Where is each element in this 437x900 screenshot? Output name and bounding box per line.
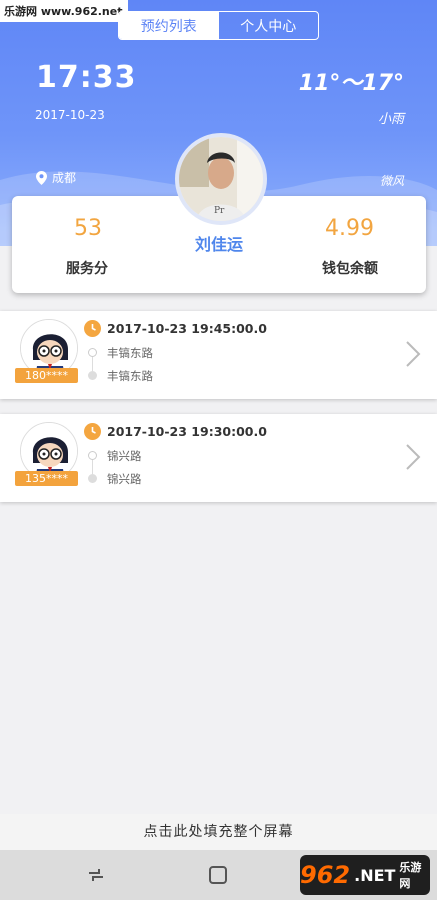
order-datetime: 2017-10-23 19:45:00.0 xyxy=(107,321,267,336)
end-address: 锦兴路 xyxy=(107,472,142,486)
logo-net: .NET xyxy=(354,865,396,885)
location-pin-icon xyxy=(36,170,47,185)
service-score-label: 服务分 xyxy=(66,261,108,277)
clock-time: 17:33 xyxy=(36,60,137,95)
temperature-range: 11°～17° xyxy=(298,71,404,96)
profile-avatar[interactable]: Pr xyxy=(175,133,267,225)
clock-icon xyxy=(84,423,101,440)
recent-apps-icon[interactable] xyxy=(87,866,105,884)
start-point-icon xyxy=(88,451,97,460)
user-photo-icon: Pr xyxy=(179,137,263,221)
current-date: 2017-10-23 xyxy=(35,108,105,122)
fill-screen-button[interactable]: 点击此处填充整个屏幕 xyxy=(0,814,437,850)
start-point-icon xyxy=(88,348,97,357)
end-point-icon xyxy=(88,371,97,380)
wind-level: 微风 xyxy=(379,174,404,188)
wallet-balance-value[interactable]: 4.99 xyxy=(325,216,374,241)
home-button-icon[interactable] xyxy=(209,866,227,884)
start-address: 锦兴路 xyxy=(107,449,142,463)
end-address: 丰镐东路 xyxy=(107,369,153,383)
logo-cn: 乐游网 xyxy=(399,861,422,890)
tab-switcher: 预约列表 个人中心 xyxy=(118,11,319,40)
svg-text:Pr: Pr xyxy=(214,206,225,216)
chevron-right-icon[interactable] xyxy=(404,339,422,369)
phone-badge: 180**** xyxy=(15,368,78,383)
logo-number: 962 xyxy=(300,861,351,889)
tab-personal-center[interactable]: 个人中心 xyxy=(219,12,319,39)
order-datetime: 2017-10-23 19:30:00.0 xyxy=(107,424,267,439)
order-card[interactable]: 180**** 2017-10-23 19:45:00.0 丰镐东路 丰镐东路 xyxy=(0,311,437,399)
location: 成都 xyxy=(36,169,76,186)
weather-condition: 小雨 xyxy=(377,112,404,127)
wallet-balance-label[interactable]: 钱包余额 xyxy=(322,258,378,278)
phone-badge: 135**** xyxy=(15,471,78,486)
order-card[interactable]: 135**** 2017-10-23 19:30:00.0 锦兴路 锦兴路 xyxy=(0,414,437,502)
route-line xyxy=(92,357,93,371)
city-name: 成都 xyxy=(52,171,77,185)
site-logo-watermark: 962 .NET 乐游网 xyxy=(300,855,430,895)
clock-icon xyxy=(84,320,101,337)
site-watermark: 乐游网 www.962.net xyxy=(0,0,129,22)
start-address: 丰镐东路 xyxy=(107,346,153,360)
chevron-right-icon[interactable] xyxy=(404,442,422,472)
end-point-icon xyxy=(88,474,97,483)
route-line xyxy=(92,460,93,474)
tab-appointment-list[interactable]: 预约列表 xyxy=(119,12,219,39)
